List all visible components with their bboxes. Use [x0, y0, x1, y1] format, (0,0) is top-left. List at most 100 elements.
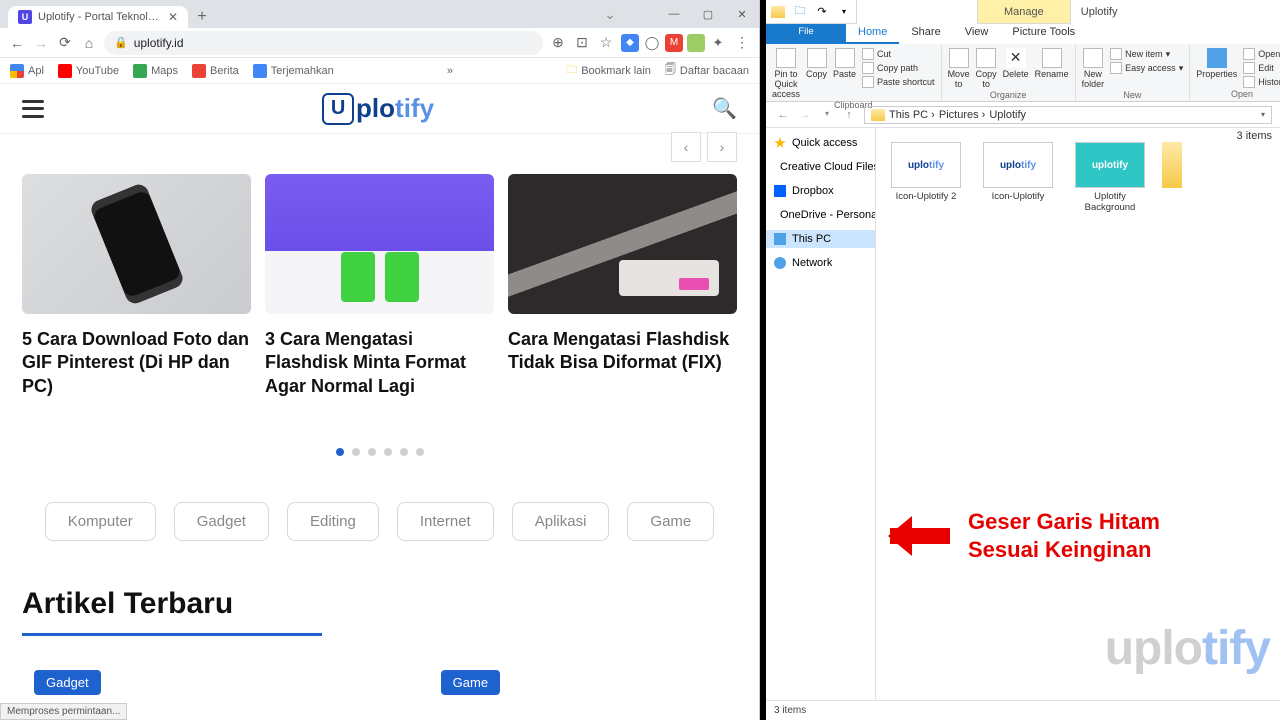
- other-bookmarks[interactable]: 🗀Bookmark lain: [566, 61, 651, 80]
- back-button[interactable]: ←: [774, 109, 792, 121]
- paste-shortcut-button[interactable]: Paste shortcut: [862, 76, 935, 88]
- edit-button[interactable]: Edit: [1243, 62, 1280, 74]
- category-pill[interactable]: Aplikasi: [512, 502, 610, 541]
- category-pill[interactable]: Editing: [287, 502, 379, 541]
- qat-button[interactable]: ↷: [814, 4, 830, 20]
- category-pill[interactable]: Gadget: [174, 502, 269, 541]
- up-button[interactable]: ↑: [840, 109, 858, 121]
- minimize-button[interactable]: —: [657, 0, 691, 28]
- file-item-partial[interactable]: [1162, 142, 1182, 214]
- breadcrumb-item[interactable]: Uplotify: [989, 109, 1026, 121]
- bookmark-item[interactable]: Terjemahkan: [253, 64, 334, 78]
- status-text: 3 items: [774, 705, 806, 716]
- category-pill[interactable]: Internet: [397, 502, 494, 541]
- open-button[interactable]: Open ▾: [1243, 48, 1280, 60]
- ext-icon[interactable]: ◯: [643, 34, 661, 52]
- recent-dropdown[interactable]: ▾: [818, 109, 836, 121]
- overflow-icon[interactable]: »: [447, 65, 453, 77]
- back-button[interactable]: ←: [8, 34, 26, 52]
- close-button[interactable]: ✕: [725, 0, 759, 28]
- search-button[interactable]: 🔍: [712, 96, 737, 121]
- tab-search-button[interactable]: ⌄: [593, 0, 627, 28]
- dot[interactable]: [400, 448, 408, 456]
- zoom-icon[interactable]: ⊕: [549, 34, 567, 52]
- address-bar[interactable]: 🔒 uplotify.id: [104, 31, 543, 55]
- sidebar-item-network[interactable]: Network: [766, 254, 875, 272]
- close-tab-icon[interactable]: ✕: [168, 10, 178, 24]
- carousel-prev-button[interactable]: ‹: [671, 132, 701, 162]
- tab-view[interactable]: View: [953, 24, 1001, 44]
- bookmark-item[interactable]: YouTube: [58, 64, 119, 78]
- breadcrumb-item[interactable]: Pictures: [939, 109, 985, 121]
- properties-button[interactable]: Properties: [1196, 48, 1237, 80]
- dot[interactable]: [368, 448, 376, 456]
- sidebar-item-creative-cloud[interactable]: Creative Cloud Files: [766, 158, 875, 176]
- apps-button[interactable]: Apl: [10, 64, 44, 78]
- breadcrumb-item[interactable]: This PC: [889, 109, 935, 121]
- new-item-button[interactable]: New item ▾: [1110, 48, 1183, 60]
- file-pane[interactable]: 3 items uplotify Icon-Uplotify 2 uplotif…: [876, 128, 1280, 700]
- qat-dropdown[interactable]: ▾: [836, 4, 852, 20]
- easy-access-button[interactable]: Easy access ▾: [1110, 62, 1183, 74]
- article-card[interactable]: Cara Mengatasi Flashdisk Tidak Bisa Difo…: [508, 174, 737, 398]
- browser-tab[interactable]: U Uplotify - Portal Teknologi Indon ✕: [8, 6, 188, 28]
- sidebar-item-dropbox[interactable]: Dropbox: [766, 182, 875, 200]
- nav-pane: Quick access Creative Cloud Files Dropbo…: [766, 128, 876, 700]
- star-icon[interactable]: ☆: [597, 34, 615, 52]
- category-badge[interactable]: Game: [441, 670, 500, 695]
- new-folder-button[interactable]: New folder: [1082, 48, 1105, 90]
- category-pill[interactable]: Game: [627, 502, 714, 541]
- tab-home[interactable]: Home: [846, 24, 899, 44]
- file-item[interactable]: uplotify Uplotify Background: [1070, 142, 1150, 214]
- dot[interactable]: [336, 448, 344, 456]
- tab-picture-tools[interactable]: Picture Tools: [1000, 24, 1087, 44]
- copy-path-button[interactable]: Copy path: [862, 62, 935, 74]
- breadcrumb-dropdown[interactable]: ▾: [1261, 110, 1265, 119]
- sidebar-item-quick-access[interactable]: Quick access: [766, 134, 875, 152]
- copy-button[interactable]: Copy: [806, 48, 827, 80]
- category-pill[interactable]: Komputer: [45, 502, 156, 541]
- cut-button[interactable]: Cut: [862, 48, 935, 60]
- favicon-icon: U: [18, 10, 32, 24]
- article-card[interactable]: 3 Cara Mengatasi Flashdisk Minta Format …: [265, 174, 494, 398]
- tab-share[interactable]: Share: [899, 24, 952, 44]
- file-item[interactable]: uplotify Icon-Uplotify 2: [886, 142, 966, 214]
- site-logo[interactable]: Uplotify: [322, 92, 434, 126]
- tab-file[interactable]: File: [766, 24, 846, 44]
- maximize-button[interactable]: ▢: [691, 0, 725, 28]
- dot[interactable]: [384, 448, 392, 456]
- bookmark-item[interactable]: Berita: [192, 64, 239, 78]
- pin-button[interactable]: Pin to Quick access: [772, 48, 800, 100]
- paste-button[interactable]: Paste: [833, 48, 856, 80]
- ext-icon[interactable]: M: [665, 34, 683, 52]
- dot[interactable]: [416, 448, 424, 456]
- article-card[interactable]: 5 Cara Download Foto dan GIF Pinterest (…: [22, 174, 251, 398]
- translate-icon[interactable]: ⊡: [573, 34, 591, 52]
- carousel-next-button[interactable]: ›: [707, 132, 737, 162]
- contextual-tab[interactable]: Manage: [977, 0, 1071, 24]
- breadcrumb[interactable]: This PC Pictures Uplotify ▾: [864, 106, 1272, 124]
- history-button[interactable]: History: [1243, 76, 1280, 88]
- reload-button[interactable]: ⟳: [56, 34, 74, 52]
- ext-icon[interactable]: ◆: [621, 34, 639, 52]
- file-item[interactable]: uplotify Icon-Uplotify: [978, 142, 1058, 214]
- new-tab-button[interactable]: +: [188, 6, 216, 28]
- ext-icon[interactable]: [687, 34, 705, 52]
- qat-button[interactable]: 🗀: [792, 4, 808, 20]
- sidebar-item-onedrive[interactable]: OneDrive - Personal: [766, 206, 875, 224]
- menu-icon[interactable]: ⋮: [733, 34, 751, 52]
- dot[interactable]: [352, 448, 360, 456]
- home-button[interactable]: ⌂: [80, 34, 98, 52]
- extensions-icon[interactable]: ✦: [709, 34, 727, 52]
- delete-button[interactable]: ✕Delete: [1003, 48, 1029, 80]
- category-badge[interactable]: Gadget: [34, 670, 101, 695]
- reading-list[interactable]: 🗐Daftar bacaan: [665, 61, 749, 80]
- sidebar-item-this-pc[interactable]: This PC: [766, 230, 875, 248]
- forward-button[interactable]: →: [32, 34, 50, 52]
- forward-button[interactable]: →: [796, 109, 814, 121]
- move-to-button[interactable]: Move to: [948, 48, 970, 90]
- bookmark-item[interactable]: Maps: [133, 64, 178, 78]
- rename-button[interactable]: Rename: [1035, 48, 1069, 80]
- menu-button[interactable]: [22, 100, 44, 118]
- copy-to-button[interactable]: Copy to: [976, 48, 997, 90]
